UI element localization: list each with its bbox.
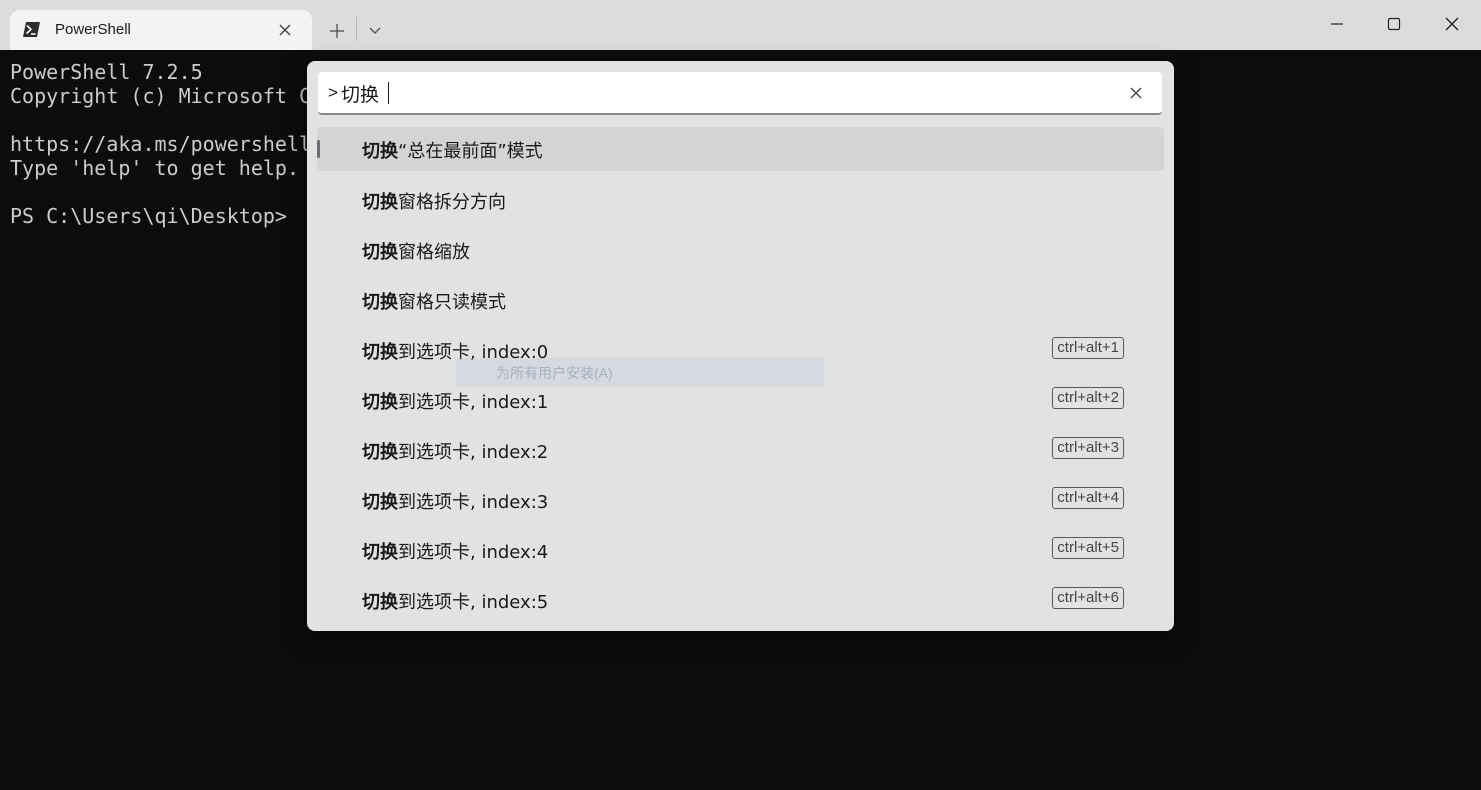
command-match: 切换	[362, 342, 398, 363]
keyboard-shortcut: ctrl+alt+6	[1052, 587, 1124, 609]
command-match: 切换	[362, 192, 398, 213]
command-item[interactable]: 切换窗格拆分方向	[317, 177, 1164, 227]
terminal-prompt: PS C:\Users\qi\Desktop>	[10, 204, 287, 228]
title-bar: PowerShell	[0, 0, 1481, 50]
command-item[interactable]: 切换到选项卡, index:4 ctrl+alt+5	[317, 527, 1164, 577]
command-match: 切换	[362, 492, 398, 513]
keyboard-shortcut: ctrl+alt+5	[1052, 537, 1124, 559]
command-label: 切换“总在最前面”模式	[362, 137, 543, 163]
ghost-overlay-text: 为所有用户安装(A)	[496, 365, 613, 381]
command-label: 切换窗格只读模式	[362, 288, 506, 314]
clear-icon[interactable]	[1128, 85, 1144, 101]
command-match: 切换	[362, 442, 398, 463]
tab-separator	[356, 17, 357, 41]
text-caret	[388, 82, 389, 104]
command-item[interactable]: 切换到选项卡, index:3 ctrl+alt+4	[317, 477, 1164, 527]
tab-title: PowerShell	[55, 21, 131, 38]
command-match: 切换	[362, 242, 398, 263]
command-match: 切换	[362, 542, 398, 563]
command-label: 切换到选项卡, index:4	[362, 538, 548, 564]
command-match: 切换	[362, 392, 398, 413]
command-label: 切换窗格缩放	[362, 238, 470, 264]
ghost-overlay: 为所有用户安装(A)	[456, 358, 824, 386]
command-match: 切换	[362, 141, 398, 162]
tab-powershell[interactable]: PowerShell	[10, 10, 312, 50]
command-text: 到选项卡, index:3	[398, 492, 549, 513]
command-text: 到选项卡, index:5	[398, 592, 549, 613]
command-label: 切换到选项卡, index:5	[362, 588, 548, 614]
search-query: 切换	[341, 84, 380, 106]
keyboard-shortcut: ctrl+alt+4	[1052, 487, 1124, 509]
command-palette: > 切换 切换“总在最前面”模式 切换窗格拆分方向 切换窗格缩放 切换窗格只读模…	[307, 61, 1174, 631]
command-text: “总在最前面”模式	[398, 141, 543, 162]
selection-indicator	[317, 140, 320, 158]
close-window-icon[interactable]	[1438, 10, 1466, 38]
tab-background: PowerShell	[10, 10, 312, 50]
command-match: 切换	[362, 292, 398, 313]
keyboard-shortcut: ctrl+alt+2	[1052, 387, 1124, 409]
tab-close-icon[interactable]	[276, 21, 294, 39]
keyboard-shortcut: ctrl+alt+1	[1052, 337, 1124, 359]
command-item-selected[interactable]: 切换“总在最前面”模式	[317, 127, 1164, 171]
command-text: 窗格拆分方向	[398, 192, 506, 213]
maximize-icon[interactable]	[1380, 10, 1408, 38]
command-item[interactable]: 切换到选项卡, index:5 ctrl+alt+6	[317, 577, 1164, 627]
minimize-icon[interactable]	[1323, 10, 1351, 38]
command-text: 到选项卡, index:4	[398, 542, 549, 563]
terminal-line: Copyright (c) Microsoft C	[10, 84, 312, 108]
command-text: 到选项卡, index:1	[398, 392, 549, 413]
command-text: 窗格缩放	[398, 242, 470, 263]
terminal-line: Type 'help' to get help.	[10, 156, 299, 180]
powershell-icon	[23, 22, 40, 37]
chevron-down-icon[interactable]	[362, 16, 388, 46]
command-mode-prefix: >	[328, 83, 338, 102]
command-match: 切换	[362, 592, 398, 613]
terminal-line: PowerShell 7.2.5	[10, 60, 203, 84]
command-label: 切换到选项卡, index:1	[362, 388, 548, 414]
command-item[interactable]: 切换窗格缩放	[317, 227, 1164, 277]
new-tab-plus-icon[interactable]	[322, 16, 352, 46]
command-label: 切换到选项卡, index:2	[362, 438, 548, 464]
command-label: 切换到选项卡, index:3	[362, 488, 548, 514]
command-text: 窗格只读模式	[398, 292, 506, 313]
command-search-input[interactable]: > 切换	[318, 72, 1162, 115]
keyboard-shortcut: ctrl+alt+3	[1052, 437, 1124, 459]
command-label: 切换窗格拆分方向	[362, 188, 506, 214]
command-text: 到选项卡, index:2	[398, 442, 549, 463]
terminal-line: https://aka.ms/powershell	[10, 132, 312, 156]
command-item[interactable]: 切换窗格只读模式	[317, 277, 1164, 327]
command-item[interactable]: 切换到选项卡, index:2 ctrl+alt+3	[317, 427, 1164, 477]
